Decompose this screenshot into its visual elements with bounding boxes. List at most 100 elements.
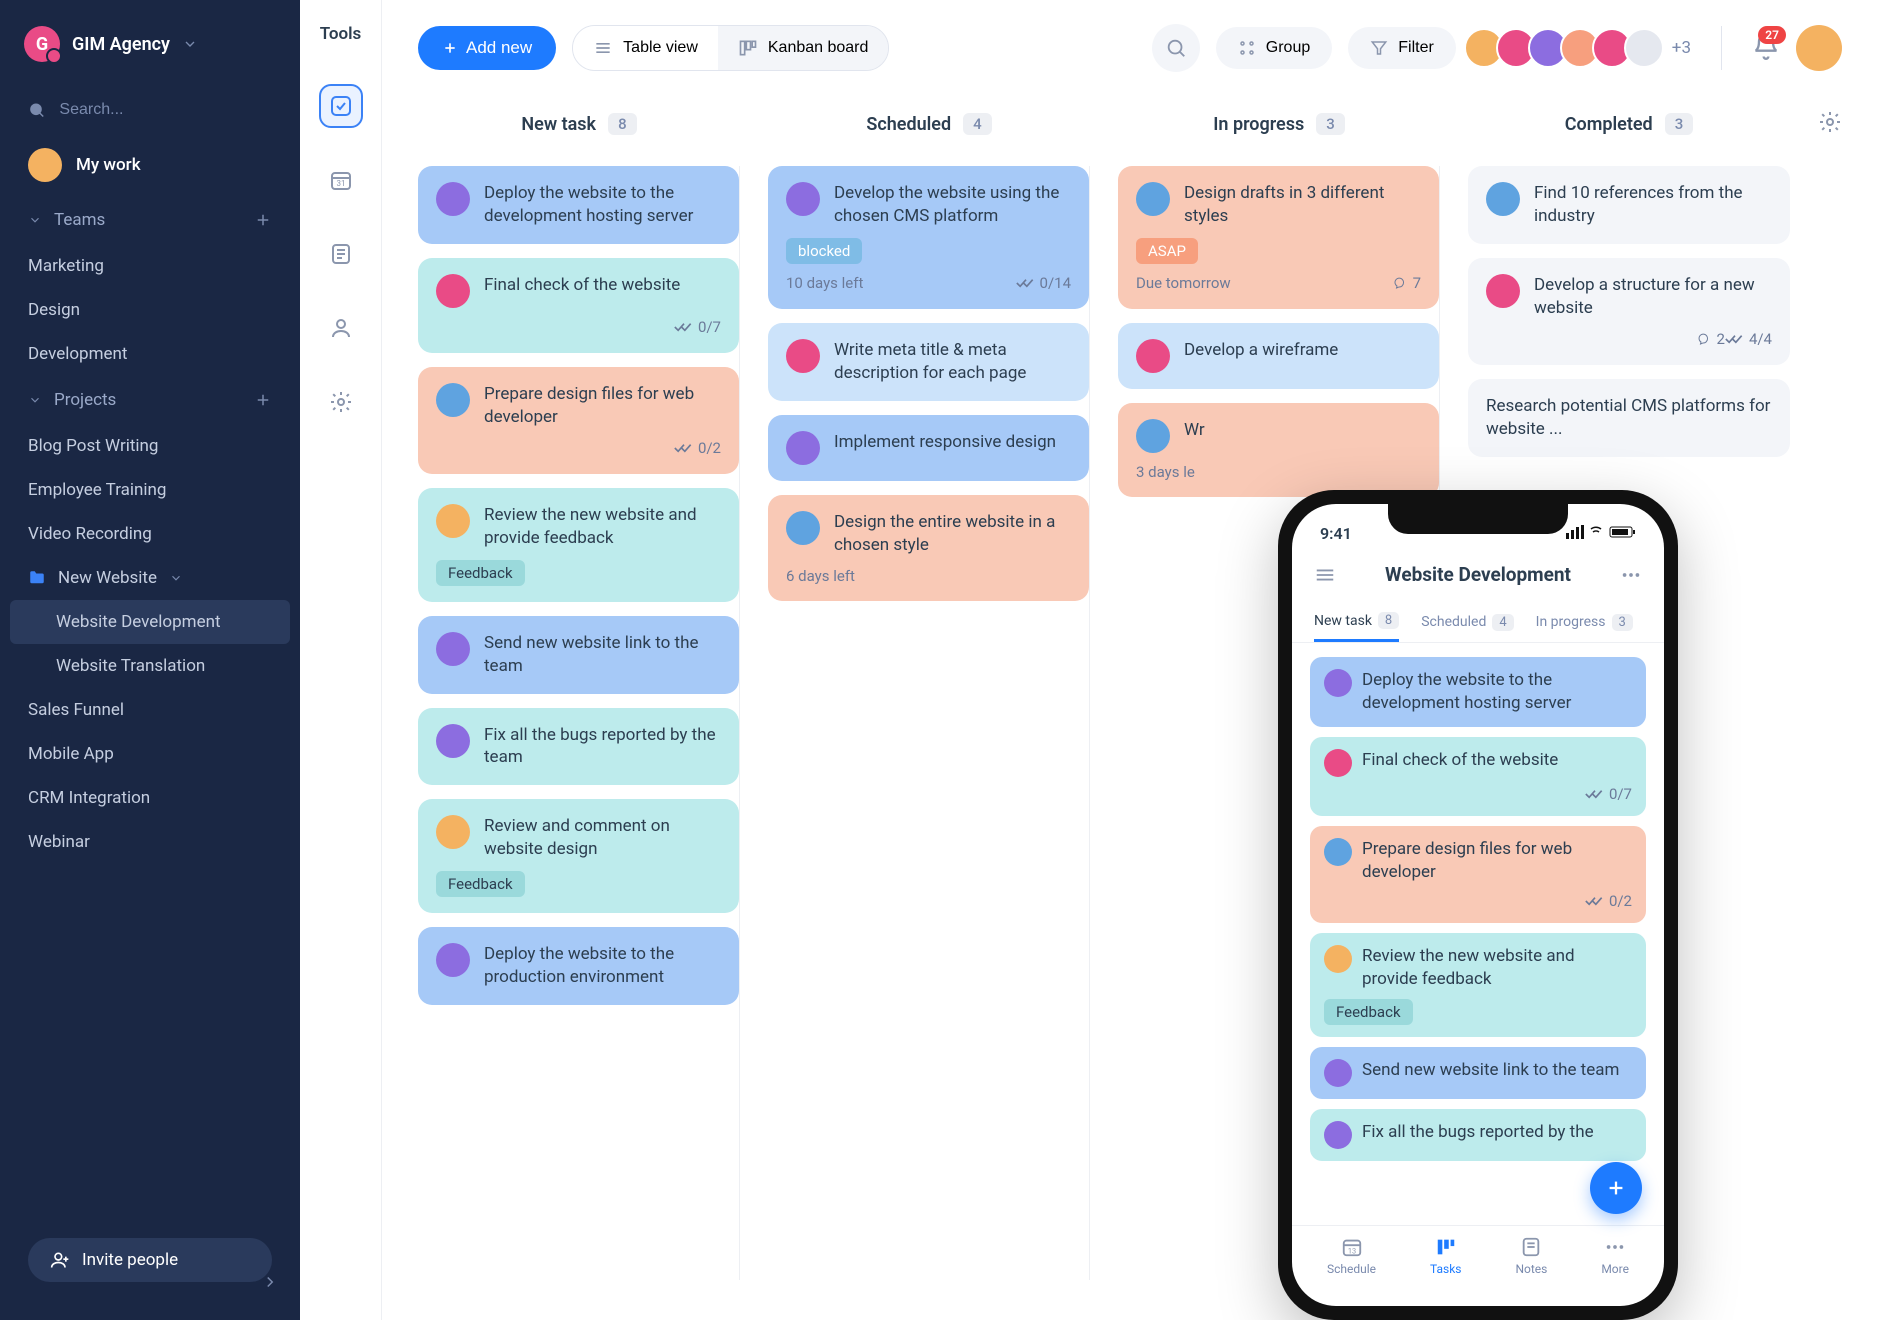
task-card[interactable]: Send new website link to the team <box>1310 1047 1646 1099</box>
sidebar-item-project[interactable]: Blog Post Writing <box>0 424 300 468</box>
task-card[interactable]: Design the entire website in a chosen st… <box>768 495 1089 601</box>
task-title: Send new website link to the team <box>1362 1059 1632 1082</box>
task-card[interactable]: Deploy the website to the development ho… <box>418 166 739 244</box>
task-title: Fix all the bugs reported by the <box>1362 1121 1632 1144</box>
task-card[interactable]: Implement responsive design <box>768 415 1089 481</box>
checklist-count: 0/14 <box>1016 274 1071 292</box>
search-row[interactable] <box>0 86 300 134</box>
tool-notes[interactable] <box>319 232 363 276</box>
group-button[interactable]: Group <box>1216 27 1332 69</box>
avatar <box>1624 28 1664 68</box>
user-avatar[interactable] <box>1796 25 1842 71</box>
task-tag: blocked <box>786 238 862 264</box>
kanban-icon <box>738 38 758 58</box>
task-card[interactable]: Wr3 days le <box>1118 403 1439 497</box>
plus-icon[interactable] <box>254 211 272 229</box>
task-title: Prepare design files for web developer <box>1362 838 1632 884</box>
tool-settings[interactable] <box>319 380 363 424</box>
sidebar-item-project[interactable]: Sales Funnel <box>0 688 300 732</box>
board-settings-button[interactable] <box>1818 110 1842 138</box>
phone-add-fab[interactable] <box>1590 1162 1642 1214</box>
task-card[interactable]: Research potential CMS platforms for web… <box>1468 379 1790 457</box>
task-card[interactable]: Develop the website using the chosen CMS… <box>768 166 1089 309</box>
task-card[interactable]: Design drafts in 3 different stylesASAPD… <box>1118 166 1439 309</box>
task-card[interactable]: Prepare design files for web developer0/… <box>418 367 739 474</box>
sidebar-item-project[interactable]: Mobile App <box>0 732 300 776</box>
workspace-switcher[interactable]: G GIM Agency <box>0 18 300 86</box>
task-card[interactable]: Fix all the bugs reported by the <box>1310 1109 1646 1161</box>
task-title: Fix all the bugs reported by the team <box>484 724 721 770</box>
phone-nav-notes[interactable]: Notes <box>1515 1236 1547 1276</box>
sidebar-item-project[interactable]: Video Recording <box>0 512 300 556</box>
invite-people-button[interactable]: Invite people <box>28 1238 272 1282</box>
task-card[interactable]: Prepare design files for web developer0/… <box>1310 826 1646 923</box>
grid-icon <box>1238 39 1256 57</box>
phone-tab[interactable]: New task 8 <box>1314 602 1399 642</box>
task-card[interactable]: Final check of the website0/7 <box>1310 737 1646 816</box>
more-members[interactable]: +3 <box>1672 38 1691 58</box>
tool-people[interactable] <box>319 306 363 350</box>
more-icon[interactable] <box>1620 564 1642 586</box>
sidebar-item-mywork[interactable]: My work <box>0 134 300 196</box>
tool-tasks[interactable] <box>319 84 363 128</box>
member-avatars[interactable]: +3 <box>1472 28 1691 68</box>
count-badge: 8 <box>608 113 637 135</box>
sidebar-item-project-expanded[interactable]: New Website <box>0 556 300 600</box>
mywork-label: My work <box>76 155 141 175</box>
section-teams[interactable]: Teams <box>0 196 300 244</box>
search-icon <box>1165 37 1187 59</box>
sidebar: G GIM Agency My work Teams Marketing Des… <box>0 0 300 1320</box>
notifications-button[interactable]: 27 <box>1752 32 1780 64</box>
phone-nav-tasks[interactable]: Tasks <box>1430 1236 1462 1276</box>
task-card[interactable]: Develop a structure for a new website24/… <box>1468 258 1790 365</box>
search-button[interactable] <box>1152 24 1200 72</box>
main-area: Add new Table view Kanban board Group Fi… <box>382 0 1878 1320</box>
plus-icon[interactable] <box>254 391 272 409</box>
assignee-avatar <box>786 511 820 545</box>
phone-time: 9:41 <box>1320 524 1352 543</box>
task-card[interactable]: Review the new website and provide feedb… <box>418 488 739 602</box>
sidebar-item-project[interactable]: Employee Training <box>0 468 300 512</box>
phone-nav-more[interactable]: More <box>1601 1236 1629 1276</box>
task-card[interactable]: Write meta title & meta description for … <box>768 323 1089 401</box>
task-card[interactable]: Deploy the website to the development ho… <box>1310 657 1646 727</box>
assignee-avatar <box>1324 838 1352 866</box>
sidebar-item-project[interactable]: CRM Integration <box>0 776 300 820</box>
view-kanban-button[interactable]: Kanban board <box>718 26 889 70</box>
task-card[interactable]: Find 10 references from the industry <box>1468 166 1790 244</box>
task-card[interactable]: Review and comment on website designFeed… <box>418 799 739 913</box>
sidebar-item-team[interactable]: Marketing <box>0 244 300 288</box>
task-card[interactable]: Deploy the website to the production env… <box>418 927 739 1005</box>
task-card[interactable]: Final check of the website0/7 <box>418 258 739 353</box>
chevron-down-icon <box>169 571 183 585</box>
sidebar-item-project[interactable]: Webinar <box>0 820 300 864</box>
tool-calendar[interactable]: 31 <box>319 158 363 202</box>
task-card[interactable]: Send new website link to the team <box>418 616 739 694</box>
sidebar-item-team[interactable]: Development <box>0 332 300 376</box>
search-input[interactable] <box>59 101 272 119</box>
task-card[interactable]: Review the new website and provide feedb… <box>1310 933 1646 1037</box>
add-new-button[interactable]: Add new <box>418 26 556 70</box>
view-table-button[interactable]: Table view <box>573 26 718 70</box>
task-title: Review the new website and provide feedb… <box>1362 945 1632 991</box>
assignee-avatar <box>436 504 470 538</box>
filter-button[interactable]: Filter <box>1348 27 1456 69</box>
check-square-icon <box>329 94 353 118</box>
sidebar-item-subproject[interactable]: Website Translation <box>0 644 300 688</box>
task-title: Prepare design files for web developer <box>484 383 721 429</box>
task-card[interactable]: Develop a wireframe <box>1118 323 1439 389</box>
column-header: New task 8 <box>418 113 740 135</box>
list-icon <box>593 38 613 58</box>
assignee-avatar <box>1324 1121 1352 1149</box>
section-projects[interactable]: Projects <box>0 376 300 424</box>
menu-icon[interactable] <box>1314 564 1336 586</box>
assignee-avatar <box>1324 669 1352 697</box>
task-card[interactable]: Fix all the bugs reported by the team <box>418 708 739 786</box>
sidebar-item-subproject-active[interactable]: Website Development <box>10 600 290 644</box>
due-text: 10 days left <box>786 274 863 292</box>
phone-tab[interactable]: Scheduled 4 <box>1421 602 1513 642</box>
phone-nav-schedule[interactable]: 13 Schedule <box>1327 1236 1376 1276</box>
sidebar-collapse-button[interactable] <box>256 1268 284 1296</box>
sidebar-item-team[interactable]: Design <box>0 288 300 332</box>
phone-tab[interactable]: In progress 3 <box>1536 602 1633 642</box>
